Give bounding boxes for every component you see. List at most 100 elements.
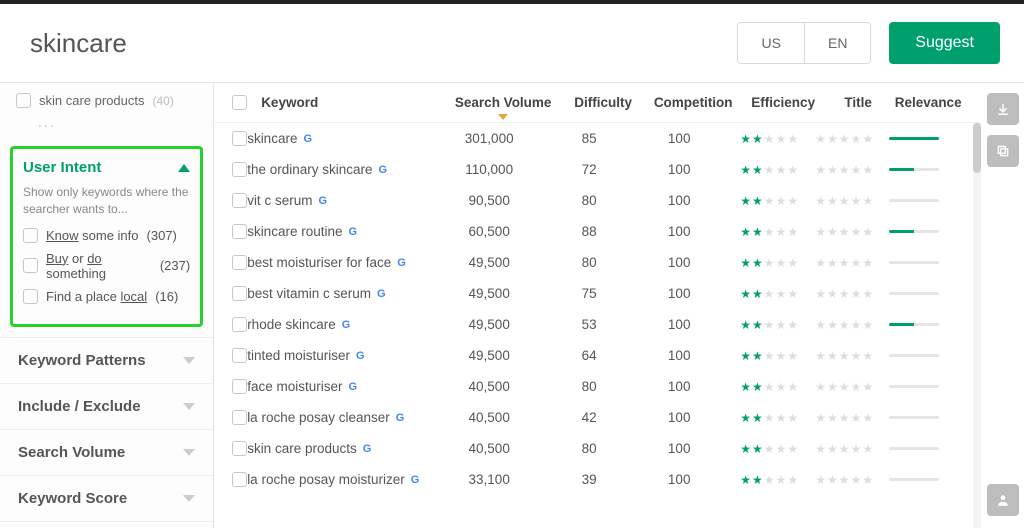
accordion-include-exclude[interactable]: Include / Exclude [0, 383, 213, 429]
volume-cell: 49,500 [429, 317, 549, 332]
relevance-bar [889, 137, 939, 140]
keyword-text: skin care products [247, 441, 357, 456]
difficulty-cell: 39 [549, 472, 629, 487]
accordion-label: Include / Exclude [18, 398, 141, 415]
intent-option[interactable]: Know some info (307) [23, 228, 190, 243]
copy-button[interactable] [987, 135, 1019, 167]
keyword-text: skincare [247, 131, 297, 146]
star-rating: ★★★★★ [729, 132, 809, 146]
filter-item[interactable]: skin care products (40) [16, 93, 197, 108]
table-row[interactable]: skin care products G40,50080100★★★★★★★★★… [214, 433, 981, 464]
google-icon: G [377, 288, 386, 300]
difficulty-cell: 42 [549, 410, 629, 425]
table-row[interactable]: rhode skincare G49,50053100★★★★★★★★★★ [214, 309, 981, 340]
more-icon[interactable]: ... [38, 114, 197, 130]
google-icon: G [349, 226, 358, 238]
volume-cell: 49,500 [429, 348, 549, 363]
table-row[interactable]: the ordinary skincare G110,00072100★★★★★… [214, 154, 981, 185]
row-checkbox[interactable] [232, 379, 247, 394]
table-row[interactable]: tinted moisturiser G49,50064100★★★★★★★★★… [214, 340, 981, 371]
checkbox[interactable] [23, 289, 38, 304]
table-row[interactable]: la roche posay cleanser G40,50042100★★★★… [214, 402, 981, 433]
col-difficulty[interactable]: Difficulty [563, 95, 643, 110]
competition-cell: 100 [629, 286, 729, 301]
checkbox[interactable] [23, 228, 38, 243]
google-icon: G [411, 474, 420, 486]
accordion-keyword-patterns[interactable]: Keyword Patterns [0, 337, 213, 383]
difficulty-cell: 85 [549, 131, 629, 146]
star-rating: ★★★★★ [729, 194, 809, 208]
row-checkbox[interactable] [232, 472, 247, 487]
select-all-checkbox[interactable] [232, 95, 247, 110]
google-icon: G [342, 319, 351, 331]
download-button[interactable] [987, 93, 1019, 125]
col-efficiency[interactable]: Efficiency [743, 95, 823, 110]
competition-cell: 100 [629, 379, 729, 394]
country-select[interactable]: US [738, 23, 804, 63]
row-checkbox[interactable] [232, 317, 247, 332]
difficulty-cell: 80 [549, 441, 629, 456]
language-select[interactable]: EN [804, 23, 870, 63]
accordion-keyword-score[interactable]: Keyword Score [0, 475, 213, 521]
intent-count: (237) [160, 258, 190, 273]
table-row[interactable]: vit c serum G90,50080100★★★★★★★★★★ [214, 185, 981, 216]
star-rating: ★★★★★ [729, 473, 809, 487]
intent-option[interactable]: Find a place local (16) [23, 289, 190, 304]
col-relevance[interactable]: Relevance [893, 95, 963, 110]
difficulty-cell: 80 [549, 193, 629, 208]
row-checkbox[interactable] [232, 193, 247, 208]
table-row[interactable]: best vitamin c serum G49,50075100★★★★★★★… [214, 278, 981, 309]
intent-option[interactable]: Buy or do something (237) [23, 251, 190, 281]
difficulty-cell: 53 [549, 317, 629, 332]
row-checkbox[interactable] [232, 348, 247, 363]
relevance-bar [889, 478, 939, 481]
col-competition[interactable]: Competition [643, 95, 743, 110]
results-area: Keyword Search Volume Difficulty Competi… [214, 83, 981, 528]
relevance-bar [889, 230, 939, 233]
competition-cell: 100 [629, 224, 729, 239]
col-title[interactable]: Title [823, 95, 893, 110]
competition-cell: 100 [629, 255, 729, 270]
table-row[interactable]: best moisturiser for face G49,50080100★★… [214, 247, 981, 278]
collapse-icon[interactable] [178, 164, 190, 172]
accordion-label: Keyword Patterns [18, 352, 146, 369]
row-checkbox[interactable] [232, 162, 247, 177]
suggest-button[interactable]: Suggest [889, 22, 1000, 64]
competition-cell: 100 [629, 472, 729, 487]
relevance-bar [889, 416, 939, 419]
volume-cell: 60,500 [429, 224, 549, 239]
col-keyword[interactable]: Keyword [261, 95, 443, 110]
table-row[interactable]: skincare G301,00085100★★★★★★★★★★ [214, 123, 981, 154]
star-rating: ★★★★★ [809, 194, 879, 208]
row-checkbox[interactable] [232, 441, 247, 456]
scrollbar-thumb[interactable] [973, 123, 981, 173]
table-row[interactable]: face moisturiser G40,50080100★★★★★★★★★★ [214, 371, 981, 402]
star-rating: ★★★★★ [729, 225, 809, 239]
difficulty-cell: 80 [549, 255, 629, 270]
keyword-text: the ordinary skincare [247, 162, 372, 177]
table-row[interactable]: skincare routine G60,50088100★★★★★★★★★★ [214, 216, 981, 247]
keyword-text: face moisturiser [247, 379, 342, 394]
google-icon: G [363, 443, 372, 455]
star-rating: ★★★★★ [809, 349, 879, 363]
col-volume[interactable]: Search Volume [443, 95, 563, 110]
star-rating: ★★★★★ [809, 225, 879, 239]
difficulty-cell: 72 [549, 162, 629, 177]
row-checkbox[interactable] [232, 255, 247, 270]
checkbox[interactable] [23, 258, 38, 273]
row-checkbox[interactable] [232, 410, 247, 425]
row-checkbox[interactable] [232, 131, 247, 146]
table-row[interactable]: la roche posay moisturizer G33,10039100★… [214, 464, 981, 495]
volume-cell: 33,100 [429, 472, 549, 487]
competition-cell: 100 [629, 162, 729, 177]
search-query[interactable]: skincare [30, 28, 127, 59]
checkbox[interactable] [16, 93, 31, 108]
row-checkbox[interactable] [232, 224, 247, 239]
relevance-bar [889, 385, 939, 388]
account-button[interactable] [987, 484, 1019, 516]
keyword-text: best moisturiser for face [247, 255, 391, 270]
accordion-title-score[interactable]: Title Score [0, 521, 213, 528]
row-checkbox[interactable] [232, 286, 247, 301]
accordion-search-volume[interactable]: Search Volume [0, 429, 213, 475]
google-icon: G [348, 381, 357, 393]
